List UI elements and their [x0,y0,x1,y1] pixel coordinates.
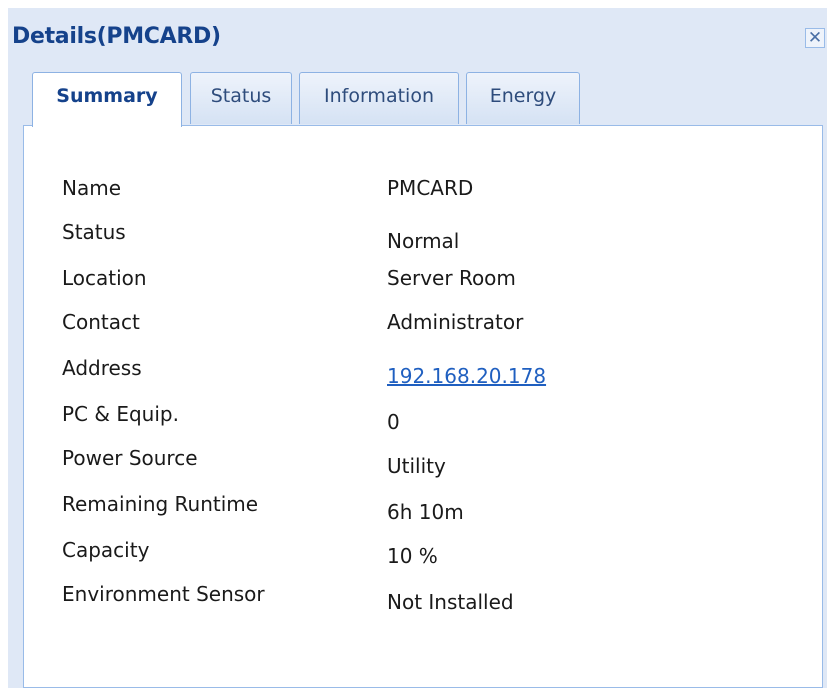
summary-panel: Name PMCARD Status Normal Location Serve… [23,125,823,688]
name-label: Name [62,176,122,200]
pc-equip-value: 0 [387,410,400,434]
tab-summary[interactable]: Summary [32,72,182,127]
tab-status[interactable]: Status [190,72,292,124]
contact-value: Administrator [387,310,524,334]
power-source-label: Power Source [62,446,198,470]
capacity-value: 10 % [387,544,438,568]
close-icon: ✕ [807,28,823,48]
status-label: Status [62,220,126,244]
tab-information[interactable]: Information [299,72,459,124]
close-button[interactable]: ✕ [805,28,825,48]
status-value: Normal [387,229,460,253]
address-link[interactable]: 192.168.20.178 [387,364,546,388]
contact-label: Contact [62,310,140,334]
tab-energy[interactable]: Energy [466,72,580,124]
window-title: Details(PMCARD) [12,24,221,49]
address-label: Address [62,356,142,380]
name-value: PMCARD [387,176,474,200]
remaining-runtime-value: 6h 10m [387,500,464,524]
remaining-runtime-label: Remaining Runtime [62,492,259,516]
location-label: Location [62,266,147,290]
environment-sensor-label: Environment Sensor [62,582,265,606]
location-value: Server Room [387,266,516,290]
pc-equip-label: PC & Equip. [62,402,179,426]
capacity-label: Capacity [62,538,150,562]
environment-sensor-value: Not Installed [387,590,514,614]
details-window: Details(PMCARD) ✕ Summary Status Informa… [8,8,827,688]
power-source-value: Utility [387,454,446,478]
